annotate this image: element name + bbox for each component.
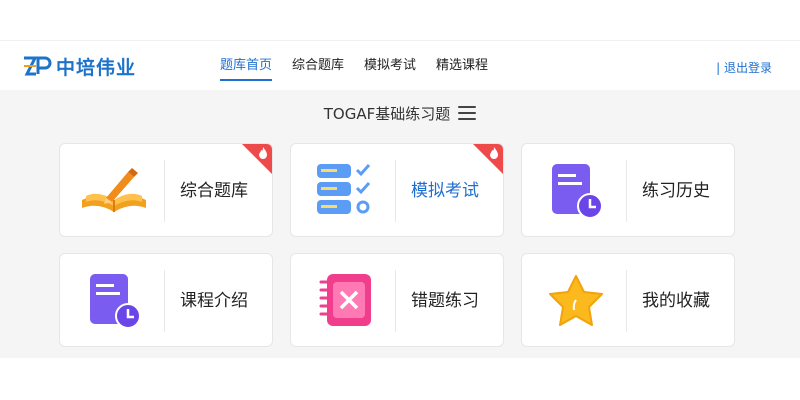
- nav-courses[interactable]: 精选课程: [436, 57, 488, 81]
- card-label: 练习历史: [642, 181, 710, 201]
- flame-icon: [259, 147, 267, 159]
- flame-icon: [490, 147, 498, 159]
- card-label: 综合题库: [180, 181, 248, 201]
- title-row: TOGAF基础练习题: [0, 102, 800, 124]
- zp-logo-icon: [24, 56, 52, 76]
- card-label: 我的收藏: [642, 291, 710, 311]
- wrong-notebook-icon: [319, 274, 371, 326]
- card-divider: [164, 270, 165, 332]
- card-divider: [395, 270, 396, 332]
- card-practice-history[interactable]: 练习历史: [521, 143, 735, 237]
- nav-question-bank[interactable]: 综合题库: [292, 57, 344, 81]
- card-course-intro[interactable]: 课程介绍: [59, 253, 273, 347]
- course-clock-icon: [90, 274, 141, 329]
- card-label: 错题练习: [411, 291, 479, 311]
- card-divider: [164, 160, 165, 222]
- star-icon: [549, 275, 603, 326]
- logo-text: 中培伟业: [56, 56, 137, 79]
- card-question-bank[interactable]: 综合题库: [59, 143, 273, 237]
- logo[interactable]: 中培伟业: [22, 53, 136, 79]
- logout-link[interactable]: | 退出登录: [716, 59, 772, 76]
- card-label: 模拟考试: [411, 181, 479, 201]
- card-label: 课程介绍: [180, 291, 248, 311]
- card-wrong-questions[interactable]: 错题练习: [290, 253, 504, 347]
- checklist-icon: [317, 164, 371, 214]
- card-divider: [626, 160, 627, 222]
- page-title: TOGAF基础练习题: [323, 104, 451, 123]
- nav-home[interactable]: 题库首页: [220, 57, 273, 81]
- card-divider: [395, 160, 396, 222]
- book-pencil-icon: [82, 168, 146, 212]
- menu-icon[interactable]: [458, 106, 477, 120]
- main-nav: 题库首页 综合题库 模拟考试 精选课程: [220, 57, 508, 81]
- nav-mock-exam[interactable]: 模拟考试: [364, 57, 416, 81]
- card-favorites[interactable]: 我的收藏: [521, 253, 735, 347]
- card-divider: [626, 270, 627, 332]
- top-header: 中培伟业 题库首页 综合题库 模拟考试 精选课程 | 退出登录: [0, 40, 800, 90]
- main-panel: TOGAF基础练习题 综合题库 模拟考试 练习历史 课程介绍 错题练习 我的收藏: [0, 90, 800, 358]
- card-mock-exam[interactable]: 模拟考试: [290, 143, 504, 237]
- history-clock-icon: [552, 164, 603, 219]
